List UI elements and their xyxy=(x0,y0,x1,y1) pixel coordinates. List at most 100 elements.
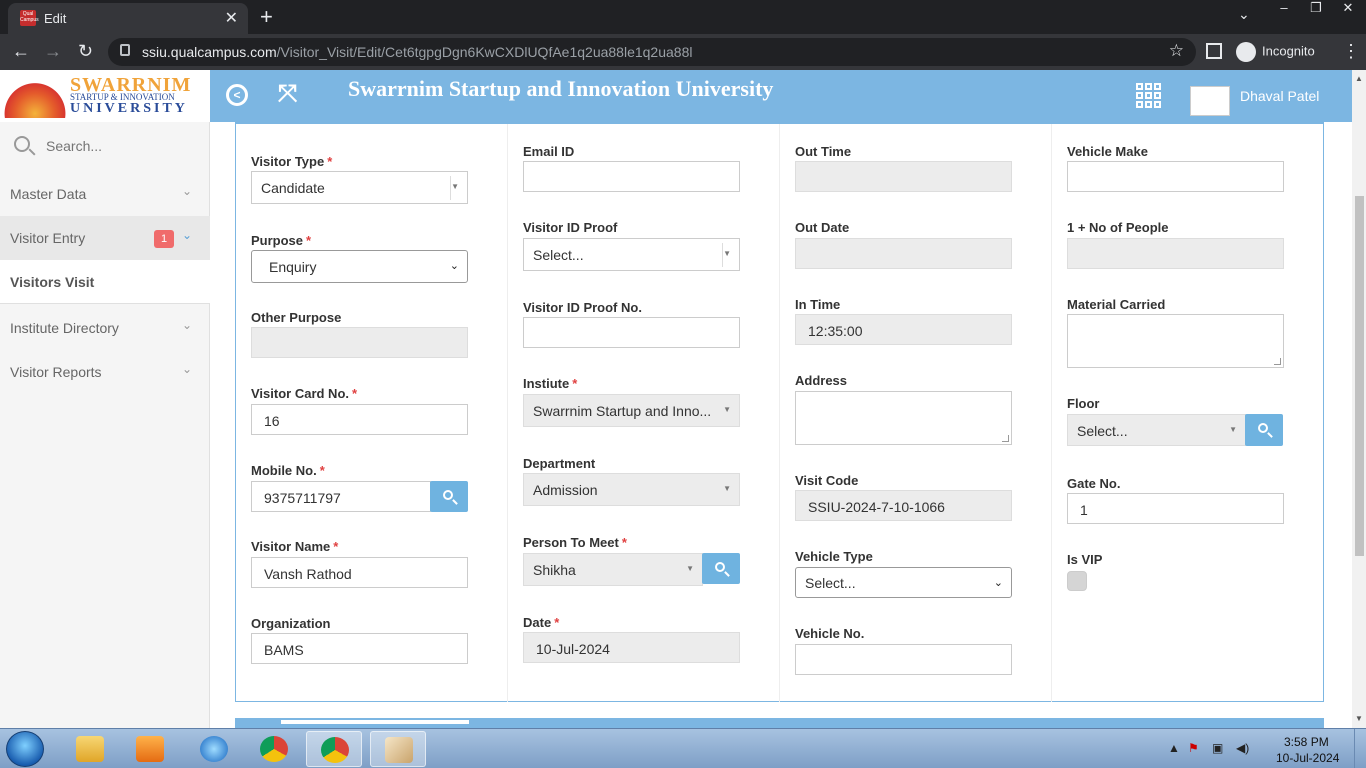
network-icon[interactable]: ▣ xyxy=(1212,741,1226,755)
clock-date[interactable]: 10-Jul-2024 xyxy=(1276,751,1339,765)
search-input[interactable] xyxy=(46,134,196,158)
scroll-down-icon[interactable]: ▼ xyxy=(1355,714,1363,723)
university-logo[interactable]: SWARRNIM STARTUP & INNOVATION UNIVERSITY xyxy=(0,70,210,122)
sidebar-item-label: Institute Directory xyxy=(10,320,119,336)
window-close-icon[interactable]: ✕ xyxy=(1332,0,1364,18)
scroll-up-icon[interactable]: ▲ xyxy=(1355,74,1363,83)
purpose-select[interactable]: Enquiry ⌄ xyxy=(251,250,468,283)
action-center-flag-icon[interactable]: ⚑ xyxy=(1188,741,1202,755)
taskbar-chrome[interactable] xyxy=(246,731,302,767)
scrollbar-thumb[interactable] xyxy=(1355,196,1364,556)
search-icon xyxy=(443,490,453,500)
volume-icon[interactable]: ◀) xyxy=(1236,741,1250,755)
taskbar-paint[interactable] xyxy=(370,731,426,767)
vehicle-type-label: Vehicle Type xyxy=(795,549,873,564)
vehicle-make-input[interactable] xyxy=(1067,161,1284,192)
main-content: Visitor Type * Candidate ▼ Purpose * Enquir… xyxy=(210,122,1352,728)
visitor-name-input[interactable]: Vansh Rathod xyxy=(251,557,468,588)
media-player-icon xyxy=(136,736,164,762)
email-id-input[interactable] xyxy=(523,161,740,192)
gate-no-input[interactable]: 1 xyxy=(1067,493,1284,524)
incognito-icon xyxy=(1236,42,1256,62)
address-bar[interactable]: ssiu.qualcampus.com/Visitor_Visit/Edit/C… xyxy=(108,38,1196,66)
date-input[interactable]: 10-Jul-2024 xyxy=(523,632,740,663)
reload-icon[interactable]: ↻ xyxy=(78,41,93,62)
institute-select[interactable]: Swarrnim Startup and Inno... ▼ xyxy=(523,394,740,427)
chrome-icon xyxy=(321,737,349,763)
floor-search-button[interactable] xyxy=(1245,414,1283,446)
visitor-id-proof-select[interactable]: Select... ▼ xyxy=(523,238,740,271)
close-tab-icon[interactable]: ✕ xyxy=(225,8,238,28)
person-search-button[interactable] xyxy=(702,553,740,584)
person-to-meet-label: Person To Meet * xyxy=(523,535,627,550)
department-select[interactable]: Admission ▼ xyxy=(523,473,740,506)
taskbar-media-player[interactable] xyxy=(122,731,178,767)
taskbar-explorer[interactable] xyxy=(62,731,118,767)
visitor-name-label: Visitor Name * xyxy=(251,539,339,554)
is-vip-checkbox[interactable] xyxy=(1067,571,1087,591)
forward-arrow-icon[interactable]: → xyxy=(44,41,62,62)
visit-code-input[interactable]: SSIU-2024-7-10-1066 xyxy=(795,490,1012,521)
sidebar-item-master-data[interactable]: Master Data ⌄ xyxy=(0,172,210,216)
mobile-search-button[interactable] xyxy=(430,481,468,512)
window-controls: – ❐ ✕ xyxy=(1268,0,1364,18)
browser-tab[interactable]: Qual Campus Edit ✕ xyxy=(8,3,248,34)
is-vip-label: Is VIP xyxy=(1067,552,1103,567)
dropdown-arrow-icon: ▼ xyxy=(723,249,731,258)
floor-label: Floor xyxy=(1067,396,1100,411)
side-panel-icon[interactable] xyxy=(1206,43,1222,59)
no-of-people-input[interactable] xyxy=(1067,238,1284,269)
url-text: ssiu.qualcampus.com/Visitor_Visit/Edit/C… xyxy=(142,44,693,60)
out-date-input[interactable] xyxy=(795,238,1012,269)
taskbar-internet-explorer[interactable] xyxy=(186,731,242,767)
out-date-label: Out Date xyxy=(795,220,850,235)
sidebar-item-label: Visitor Entry xyxy=(10,230,86,246)
bookmark-star-icon[interactable]: ☆ xyxy=(1169,41,1184,61)
chrome-icon xyxy=(260,736,288,762)
back-arrow-icon[interactable]: ← xyxy=(12,41,30,62)
restore-icon[interactable]: ❐ xyxy=(1300,0,1332,18)
chevron-down-icon: ⌄ xyxy=(182,362,193,376)
address-textarea[interactable] xyxy=(795,391,1012,445)
out-time-input[interactable] xyxy=(795,161,1012,192)
show-desktop-button[interactable] xyxy=(1354,729,1366,768)
sidebar-item-visitors-visit[interactable]: Visitors Visit xyxy=(0,260,210,304)
windows-start-icon[interactable] xyxy=(6,731,44,767)
sidebar-item-institute-directory[interactable]: Institute Directory ⌄ xyxy=(0,306,210,350)
taskbar-chrome-incognito[interactable] xyxy=(306,731,362,767)
gate-no-label: Gate No. xyxy=(1067,476,1121,491)
fullscreen-icon[interactable]: ⤧ xyxy=(278,80,297,108)
incognito-indicator[interactable]: Incognito xyxy=(1236,42,1315,62)
visitor-type-select[interactable]: Candidate ▼ xyxy=(251,171,468,204)
page-scrollbar[interactable]: ▲ ▼ xyxy=(1352,70,1366,728)
vehicle-type-select[interactable]: Select... ⌄ xyxy=(795,567,1012,598)
sidebar-item-visitor-entry[interactable]: Visitor Entry 1 ⌄ xyxy=(0,216,210,260)
vehicle-no-input[interactable] xyxy=(795,644,1012,675)
person-to-meet-select[interactable]: Shikha ▼ xyxy=(523,553,703,586)
avatar[interactable] xyxy=(1190,86,1230,116)
floor-select[interactable]: Select... ▼ xyxy=(1067,414,1246,446)
other-purpose-label: Other Purpose xyxy=(251,310,342,325)
date-label: Date * xyxy=(523,615,560,630)
organization-input[interactable]: BAMS xyxy=(251,633,468,664)
in-time-input[interactable]: 12:35:00 xyxy=(795,314,1012,345)
address-label: Address xyxy=(795,373,848,388)
other-purpose-input[interactable] xyxy=(251,327,468,358)
user-name[interactable]: Dhaval Patel xyxy=(1240,88,1319,104)
material-carried-textarea[interactable] xyxy=(1067,314,1284,368)
mobile-no-input[interactable]: 9375711797 xyxy=(251,481,431,512)
browser-menu-icon[interactable]: ⋮ xyxy=(1342,41,1360,62)
tab-search-chevron-icon[interactable]: ⌄ xyxy=(1238,6,1250,23)
back-circle-icon[interactable]: < xyxy=(226,84,248,106)
visitor-id-proof-no-input[interactable] xyxy=(523,317,740,348)
email-id-label: Email ID xyxy=(523,144,575,159)
sidebar: Master Data ⌄ Visitor Entry 1 ⌄ Visitors… xyxy=(0,122,210,728)
visitor-card-no-input[interactable]: 16 xyxy=(251,404,468,435)
show-hidden-icons-icon[interactable]: ▲ xyxy=(1168,741,1182,755)
apps-grid-icon[interactable] xyxy=(1136,83,1161,108)
new-tab-icon[interactable]: + xyxy=(260,4,273,30)
clock-time[interactable]: 3:58 PM xyxy=(1284,735,1329,749)
visitor-id-proof-no-label: Visitor ID Proof No. xyxy=(523,300,642,315)
sidebar-item-visitor-reports[interactable]: Visitor Reports ⌄ xyxy=(0,350,210,394)
minimize-icon[interactable]: – xyxy=(1268,0,1300,18)
